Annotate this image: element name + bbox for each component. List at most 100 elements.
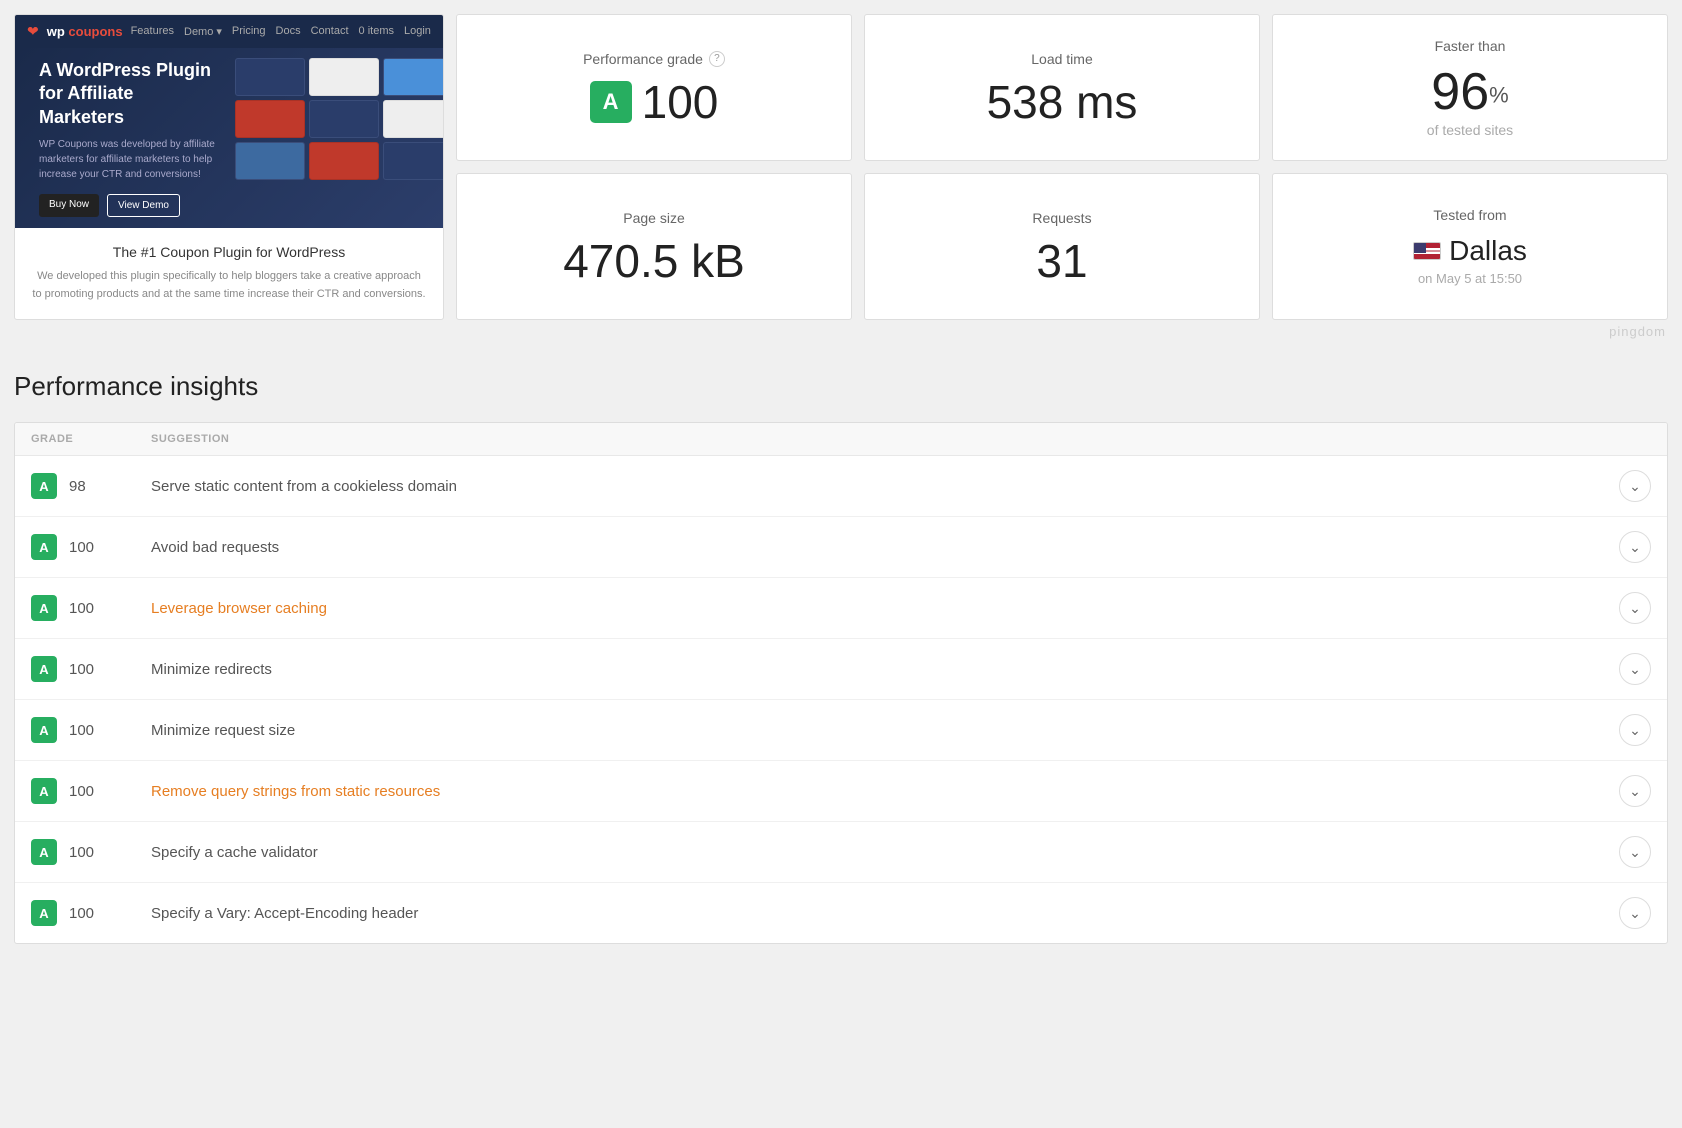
row-grade-badge: A [31,595,57,621]
us-flag-icon [1413,242,1441,260]
hero-section: A WordPress Plugin for Affiliate Markete… [15,48,443,228]
row-grade-badge: A [31,534,57,560]
row-suggestion: Serve static content from a cookieless d… [151,478,1599,495]
preview-card: ❤ wp coupons Features Demo ▾ Pricing Doc… [14,14,444,320]
expand-button[interactable]: ⌄ [1619,897,1651,929]
performance-grade-value: A 100 [590,79,719,125]
tested-from-content: Dallas on May 5 at 15:50 [1413,235,1527,286]
thumb-1 [235,58,305,96]
nav-contact[interactable]: Contact [311,25,349,38]
row-score: 100 [69,844,94,861]
expand-button[interactable]: ⌄ [1619,836,1651,868]
expand-button[interactable]: ⌄ [1619,531,1651,563]
row-grade-area: A100 [31,778,131,804]
faster-unit: % [1489,82,1509,107]
faster-than-label: Faster than [1435,38,1506,54]
nav-login[interactable]: Login [404,25,431,38]
logo-icon: ❤ [27,23,39,40]
pingdom-watermark: pingdom [0,320,1682,347]
row-grade-badge: A [31,656,57,682]
load-time-card: Load time 538 ms [864,14,1260,161]
row-score: 100 [69,600,94,617]
row-suggestion: Minimize redirects [151,661,1599,678]
table-row: A 100 Specify a cache validator ⌄ [15,822,1667,883]
row-grade-badge: A [31,473,57,499]
faster-sub: of tested sites [1427,122,1513,138]
grade-score: 100 [642,79,719,125]
tested-from-city: Dallas [1449,235,1527,267]
nav-pricing[interactable]: Pricing [232,25,266,38]
requests-value: 31 [1036,238,1087,284]
thumbnail-grid [235,58,443,180]
buy-now-button[interactable]: Buy Now [39,194,99,217]
col-grade-header: GRADE [31,433,131,445]
row-grade-area: A 98 [31,473,131,499]
page-size-value: 470.5 kB [563,238,745,284]
thumb-5 [309,100,379,138]
tested-from-label: Tested from [1433,207,1506,223]
page-size-label: Page size [623,210,684,226]
preview-caption: The #1 Coupon Plugin for WordPress We de… [15,228,443,319]
table-row: A100 Avoid bad requests ⌄ [15,517,1667,578]
row-suggestion: Remove query strings from static resourc… [151,783,1599,800]
thumb-4 [235,100,305,138]
view-demo-button[interactable]: View Demo [107,194,180,217]
row-suggestion: Minimize request size [151,722,1599,739]
row-grade-area: A 100 [31,839,131,865]
expand-button[interactable]: ⌄ [1619,714,1651,746]
row-grade-badge: A [31,900,57,926]
table-header: GRADE SUGGESTION [15,423,1667,456]
row-score: 100 [69,905,94,922]
table-row: A 100 Minimize request size ⌄ [15,700,1667,761]
col-suggestion-header: SUGGESTION [151,433,229,445]
nav-items[interactable]: 0 items [359,25,394,38]
load-time-number: 538 ms [987,79,1138,125]
thumb-7 [235,142,305,180]
row-score: 100 [69,661,94,678]
thumb-8 [309,142,379,180]
insights-rows: A 98 Serve static content from a cookieles… [15,456,1667,943]
help-icon[interactable]: ? [709,51,725,67]
performance-grade-label: Performance grade ? [583,51,725,67]
performance-grade-card: Performance grade ? A 100 [456,14,852,161]
page-size-number: 470.5 kB [563,238,745,284]
insights-table: GRADE SUGGESTION A 98 Serve static content… [14,422,1668,944]
row-suggestion: Specify a cache validator [151,844,1599,861]
nav-features[interactable]: Features [131,25,174,38]
expand-button[interactable]: ⌄ [1619,653,1651,685]
row-score: 100 [69,783,94,800]
table-row: A 98 Serve static content from a cookieles… [15,456,1667,517]
thumb-3 [383,58,443,96]
nav-docs[interactable]: Docs [276,25,301,38]
nav-links: Features Demo ▾ Pricing Docs Contact 0 i… [131,25,431,38]
row-score: 98 [69,478,86,495]
faster-number: 96 [1431,63,1489,121]
expand-button[interactable]: ⌄ [1619,592,1651,624]
insights-title: Performance insights [14,371,1668,402]
table-row: A100 Remove query strings from static res… [15,761,1667,822]
hero-subtitle: WP Coupons was developed by affiliate ma… [39,137,219,182]
faster-value-row: 96% [1431,66,1508,118]
logo-text: wp coupons [47,24,123,39]
row-suggestion: Avoid bad requests [151,539,1599,556]
nav-demo[interactable]: Demo ▾ [184,25,222,38]
table-row: A100Specify a Vary: Accept-Encoding head… [15,883,1667,943]
row-grade-area: A100 [31,534,131,560]
row-grade-badge: A [31,839,57,865]
row-grade-badge: A [31,717,57,743]
row-score: 100 [69,722,94,739]
dallas-row: Dallas [1413,235,1527,267]
expand-button[interactable]: ⌄ [1619,470,1651,502]
table-row: A 100 Minimize redirects ⌄ [15,639,1667,700]
site-caption-title: The #1 Coupon Plugin for WordPress [31,244,427,260]
thumb-6 [383,100,443,138]
load-time-value: 538 ms [987,79,1138,125]
hero-title: A WordPress Plugin for Affiliate Markete… [39,59,219,129]
row-suggestion: Leverage browser caching [151,600,1599,617]
requests-card: Requests 31 [864,173,1260,320]
expand-button[interactable]: ⌄ [1619,775,1651,807]
hero-buttons: Buy Now View Demo [39,194,180,217]
requests-label: Requests [1032,210,1091,226]
thumb-9 [383,142,443,180]
table-row: A 100 Leverage browser caching ⌄ [15,578,1667,639]
